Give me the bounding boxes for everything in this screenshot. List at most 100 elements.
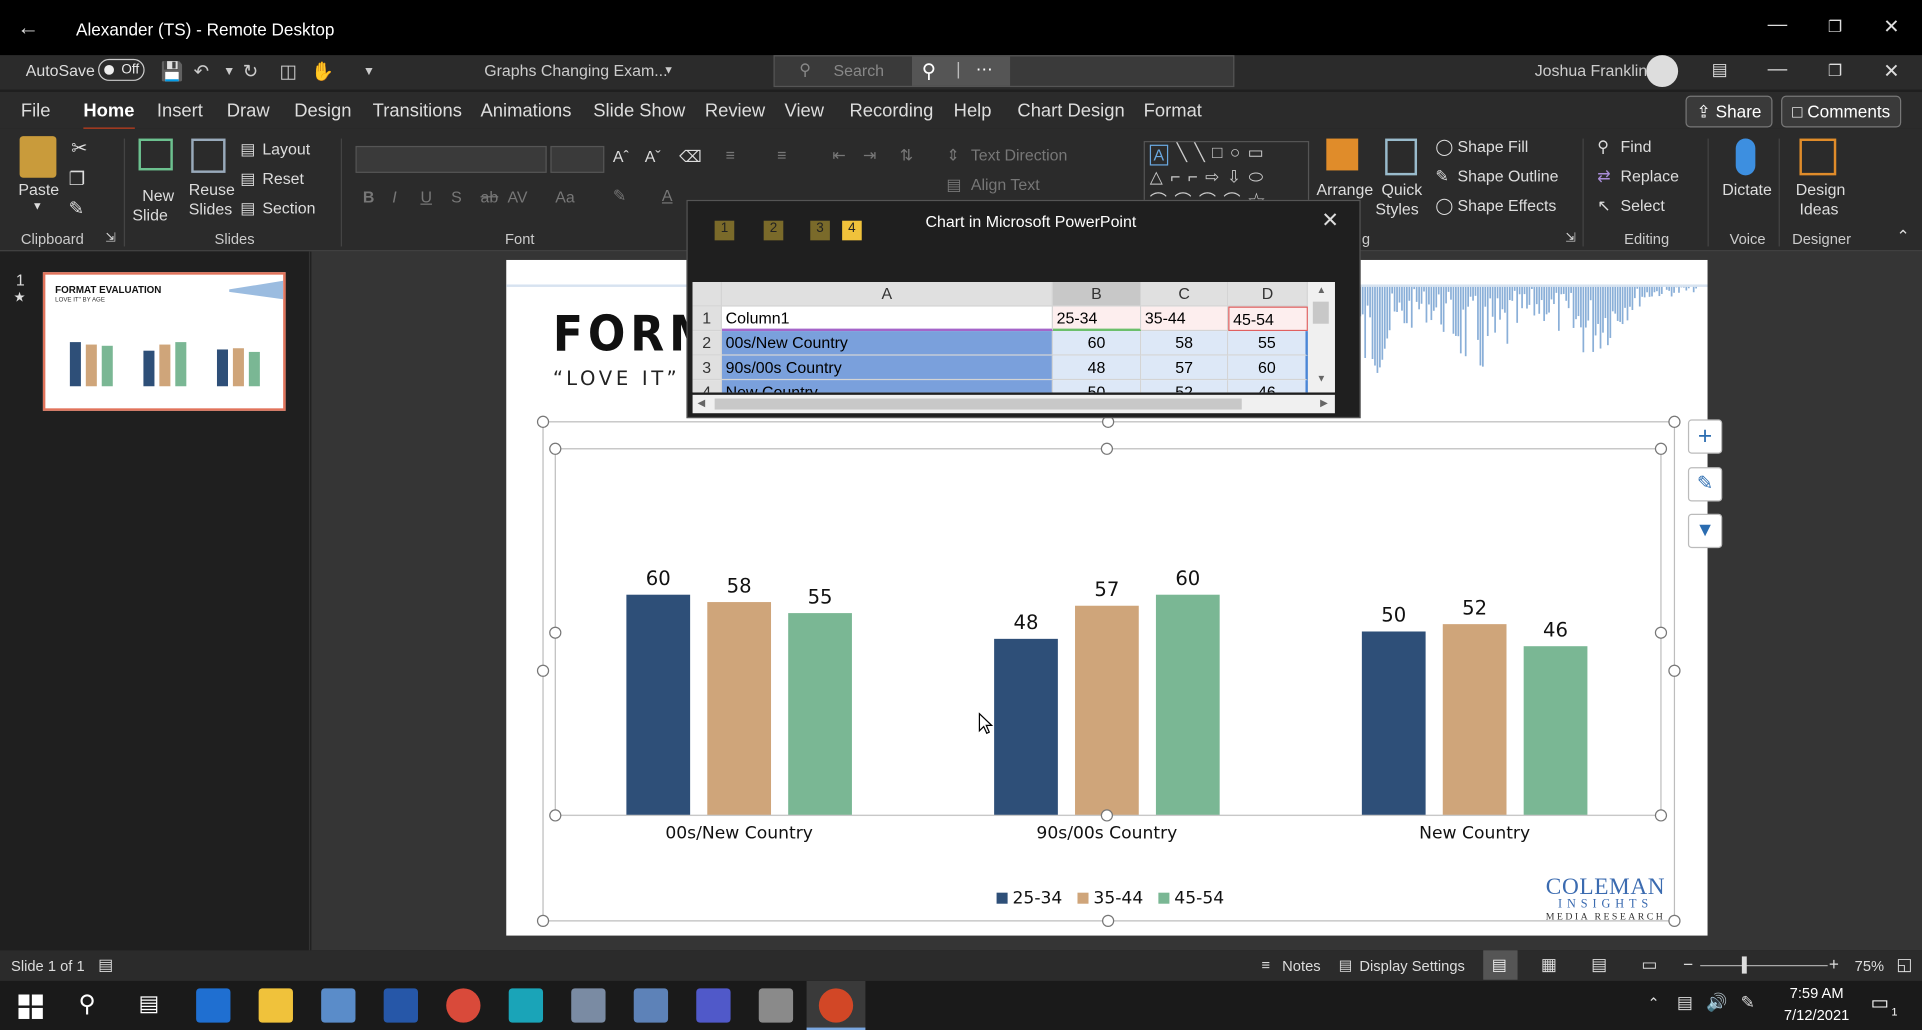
bar[interactable] [626, 594, 691, 816]
internet-explorer-icon[interactable] [196, 988, 231, 1023]
citrix-icon[interactable] [508, 988, 544, 1023]
network-app-icon[interactable] [321, 988, 356, 1023]
resize-handle[interactable] [549, 809, 562, 822]
bar[interactable] [707, 602, 772, 816]
table-cell[interactable]: Column1 [721, 306, 1053, 332]
windows-start-icon[interactable] [18, 994, 43, 1019]
bar[interactable] [1075, 605, 1139, 816]
column-header[interactable]: A [721, 282, 1053, 307]
data-label[interactable]: 46 [1543, 618, 1568, 641]
bar[interactable] [1155, 594, 1220, 816]
resize-handle[interactable] [1654, 809, 1668, 822]
bar[interactable] [1361, 631, 1426, 816]
horizontal-scrollbar[interactable]: ◀ ▶ [692, 394, 1335, 414]
resize-handle[interactable] [1101, 914, 1115, 928]
chrome-icon[interactable] [446, 988, 481, 1023]
row-header[interactable]: 2 [692, 331, 722, 356]
network-icon[interactable]: ▤ [1677, 992, 1693, 1013]
settings-app-icon[interactable] [633, 988, 669, 1023]
clock-time[interactable]: 7:59 AM [1777, 985, 1855, 1002]
resize-handle[interactable] [1654, 442, 1668, 455]
legend-entry[interactable]: 35-44 [1093, 889, 1143, 909]
fit-to-window-icon[interactable]: ◱ [1896, 954, 1912, 975]
resize-handle[interactable] [1654, 626, 1668, 639]
scroll-up-icon[interactable]: ▲ [1317, 284, 1327, 295]
scroll-thumb[interactable] [1312, 301, 1329, 324]
category-label[interactable]: New Country [1419, 824, 1530, 844]
scroll-thumb[interactable] [714, 398, 1242, 410]
row-header[interactable]: 3 [692, 355, 722, 381]
table-cell[interactable]: 00s/New Country [721, 331, 1053, 356]
bar[interactable] [788, 613, 852, 816]
row-header[interactable]: 4 [692, 380, 722, 393]
search-icon[interactable]: ⚲ [78, 991, 95, 1019]
table-cell[interactable]: 60 [1228, 355, 1308, 381]
column-header[interactable]: B [1052, 282, 1142, 307]
spreadsheet-grid[interactable]: A B C D 1 Column1 25-34 35-44 45-54 2 00… [692, 282, 1335, 393]
data-label[interactable]: 48 [1014, 611, 1039, 634]
table-cell[interactable]: 46 [1228, 380, 1308, 393]
column-header[interactable]: C [1141, 282, 1229, 307]
reading-view-icon[interactable]: ▤ [1591, 954, 1607, 975]
powershell-icon[interactable] [383, 988, 418, 1023]
table-cell[interactable]: 45-54 [1228, 306, 1308, 332]
zoom-in-icon[interactable]: + [1829, 954, 1839, 974]
toolbar-badge[interactable]: 2 [763, 220, 784, 241]
table-cell[interactable]: 52 [1141, 380, 1229, 393]
table-cell[interactable]: 55 [1228, 331, 1308, 356]
chart-styles-button[interactable]: ✎ [1687, 467, 1723, 502]
slide-sorter-icon[interactable]: ▦ [1541, 954, 1557, 975]
table-cell[interactable]: 25-34 [1052, 306, 1142, 332]
bar[interactable] [1523, 646, 1588, 816]
toolbar-badge[interactable]: 3 [810, 220, 830, 241]
notes-button[interactable]: Notes [1282, 958, 1320, 975]
table-cell[interactable]: 35-44 [1141, 306, 1229, 332]
data-label[interactable]: 57 [1094, 578, 1119, 601]
resize-handle[interactable] [536, 415, 550, 428]
bar-chart[interactable]: 60 58 5500s/New Country4857 6090s/00s Count… [0, 0, 1922, 1030]
volume-icon[interactable]: 🔊 [1706, 992, 1727, 1013]
toolbar-badge[interactable]: 1 [714, 220, 735, 241]
notes-icon[interactable]: ≡ [1261, 956, 1270, 973]
column-header[interactable]: D [1228, 282, 1308, 307]
chart-elements-button[interactable]: + [1687, 419, 1723, 454]
audio-app-icon[interactable] [571, 988, 606, 1023]
table-cell[interactable]: 90s/00s Country [721, 355, 1053, 381]
legend-entry[interactable]: 45-54 [1174, 889, 1224, 909]
display-settings-button[interactable]: Display Settings [1359, 958, 1464, 975]
vertical-scrollbar[interactable]: ▲ ▼ [1307, 282, 1335, 393]
resize-handle[interactable] [536, 914, 550, 928]
resize-handle[interactable] [1668, 415, 1681, 428]
resize-handle[interactable] [1100, 442, 1114, 455]
zoom-slider[interactable] [1700, 965, 1828, 967]
file-explorer-icon[interactable] [258, 988, 293, 1023]
resize-handle[interactable] [549, 442, 562, 455]
data-label[interactable]: 52 [1462, 596, 1487, 619]
resize-handle[interactable] [1100, 809, 1114, 822]
resize-handle[interactable] [1668, 664, 1681, 677]
table-cell[interactable]: 58 [1141, 331, 1229, 356]
zoom-out-icon[interactable]: − [1683, 954, 1693, 974]
legend-swatch[interactable] [1077, 892, 1089, 904]
data-label[interactable]: 60 [646, 567, 671, 590]
table-cell[interactable]: 50 [1052, 380, 1142, 393]
legend-entry[interactable]: 25-34 [1013, 889, 1063, 909]
pen-icon[interactable]: ✎ [1741, 992, 1755, 1013]
data-label[interactable]: 58 [727, 574, 752, 597]
zoom-slider-thumb[interactable] [1741, 956, 1747, 974]
notification-icon[interactable]: ▭ [1871, 991, 1890, 1016]
bar[interactable] [994, 638, 1058, 816]
powerpoint-taskbar-button[interactable] [806, 980, 866, 1030]
category-label[interactable]: 00s/New Country [665, 824, 813, 844]
data-label[interactable]: 50 [1381, 604, 1406, 627]
tools-app-icon[interactable] [758, 988, 794, 1023]
legend-swatch[interactable] [996, 892, 1008, 904]
chart-data-window[interactable]: 1 2 3 4 Chart in Microsoft PowerPoint ✕ … [686, 199, 1361, 419]
legend-swatch[interactable] [1158, 892, 1170, 904]
chart-filters-button[interactable]: ▼ [1687, 513, 1723, 549]
category-label[interactable]: 90s/00s Country [1036, 824, 1177, 844]
resize-handle[interactable] [536, 664, 550, 677]
toolbar-badge[interactable]: 4 [842, 220, 862, 241]
scroll-right-icon[interactable]: ▶ [1320, 397, 1328, 408]
select-all-corner[interactable] [692, 282, 722, 307]
